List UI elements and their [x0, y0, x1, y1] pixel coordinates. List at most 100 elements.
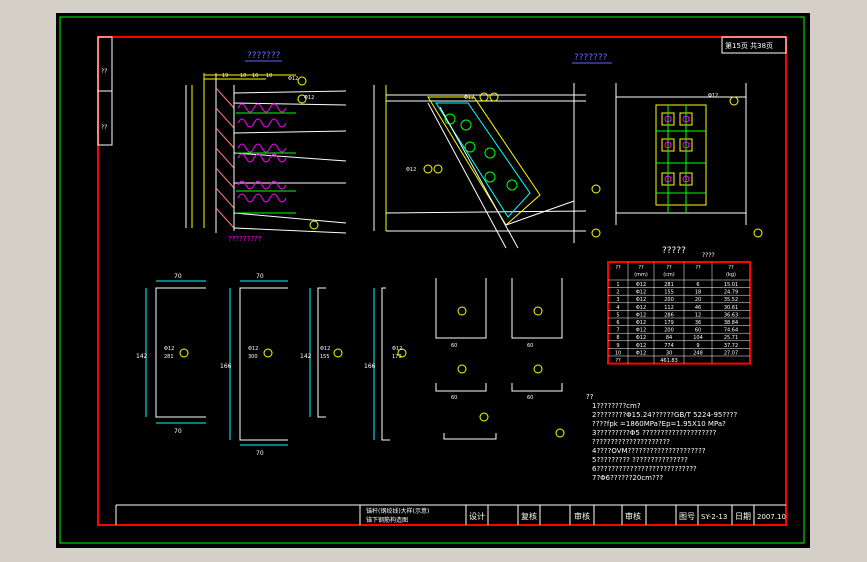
bar4-side: 166: [364, 363, 376, 370]
drawing-name-line1: 锚杆(钢绞线)大样(示意): [366, 507, 429, 515]
view-title-left: ???????: [247, 51, 281, 61]
svg-text:Φ12: Φ12: [288, 76, 298, 82]
fig-no-label: 图号: [679, 512, 695, 521]
table-title: ?????: [662, 246, 686, 256]
note-line: 1????????cm?: [592, 402, 641, 410]
bar3-mark: Φ12: [320, 346, 330, 352]
bar1-dim-bottom: 70: [174, 428, 182, 435]
bar-details: 70 70 70 70 142 166 142 166 Φ12 281 Φ12 …: [136, 273, 565, 457]
table-cell: 7: [616, 328, 619, 334]
table-cell: 27.07: [724, 350, 738, 356]
material-table: ?? ??(mm)??(cm)?? ??(kg)1 Φ12 281 6 15.012 Φ12 1…: [607, 261, 751, 365]
table-cell: 37.72: [724, 343, 738, 349]
fig-no: SY-2-13: [701, 513, 727, 521]
anchor-label: ?????????: [228, 235, 262, 243]
date: 2007.10: [757, 513, 786, 521]
table-cell: 25.71: [724, 335, 738, 341]
table-header-cell: ??: [615, 265, 621, 271]
table-cell: 38.84: [724, 320, 738, 326]
table-cell: 281: [664, 282, 674, 288]
side-label-2: ??: [101, 124, 107, 131]
table-cell: 104: [693, 335, 703, 341]
table-cell: 6: [616, 320, 619, 326]
table-cell: 200: [664, 297, 674, 303]
table-cell: 30.61: [724, 305, 738, 311]
bar3-len: 155: [320, 354, 330, 360]
table-header-cell: (mm): [634, 272, 648, 278]
table-cell: 248: [693, 350, 703, 356]
bar2-mark: Φ12: [248, 346, 258, 352]
table-cell: 4: [616, 305, 619, 311]
table-cell: 24.79: [724, 290, 738, 296]
bar1-side: 142: [136, 353, 148, 360]
date-label: 日期: [735, 512, 751, 521]
table-cell: 461.83: [660, 358, 678, 364]
left-elevation-view: 19 10 10 10 Φ12 Φ12 ?????????: [185, 73, 347, 243]
review-label: 复核: [521, 511, 537, 521]
approve-label: 审核: [625, 511, 641, 521]
table-cell: 20: [695, 297, 701, 303]
table-header-cell: ??: [728, 265, 734, 271]
note-line: ?????????????????????: [592, 438, 670, 446]
design-label: 设计: [469, 511, 485, 521]
table-cell: Φ12: [636, 290, 646, 296]
side-label-1: ??: [101, 68, 107, 75]
table-header-cell: (kg): [726, 272, 736, 278]
table-cell: 9: [696, 343, 699, 349]
table-cell: 112: [664, 305, 674, 311]
drawing-sheet: ?? ?? 第15页 共38页 ??????? ??????? 19 10 10…: [56, 13, 810, 548]
table-cell: Φ12: [636, 305, 646, 311]
note-line: ??: [586, 393, 594, 401]
table-cell: Φ12: [636, 335, 646, 341]
table-cell: 5: [616, 312, 619, 318]
table-cell: Φ12: [636, 312, 646, 318]
cad-drawing: ?? ?? 第15页 共38页 ??????? ??????? 19 10 10…: [59, 16, 805, 544]
svg-text:10: 10: [240, 73, 246, 79]
notes: ??1????????cm?2????????Φ15.24??????GB/T …: [586, 393, 737, 482]
note-line: 6???????????????????????????: [592, 465, 697, 473]
bar2-dim-bottom: 70: [256, 450, 264, 457]
table-cell: 30: [666, 350, 672, 356]
bar1-mark: Φ12: [164, 346, 174, 352]
svg-text:60: 60: [451, 395, 457, 401]
table-cell: Φ12: [636, 320, 646, 326]
table-header-cell: ??: [695, 265, 701, 271]
table-cell: 774: [664, 343, 674, 349]
note-line: 4????OVM?????????????????????: [592, 447, 706, 455]
svg-text:Φ12: Φ12: [708, 93, 718, 99]
table-cell: Φ12: [636, 343, 646, 349]
bar2-side: 166: [220, 363, 232, 370]
svg-text:60: 60: [527, 395, 533, 401]
table-cell: 46: [695, 305, 701, 311]
table-cell: 9: [616, 343, 619, 349]
table-cell: 179: [664, 320, 674, 326]
note-line: ????fpk =1860MPa?Ep=1.95X10 MPa?: [592, 420, 726, 428]
svg-text:Φ12: Φ12: [406, 167, 416, 173]
svg-text:60: 60: [527, 343, 533, 349]
table-cell: ??: [615, 358, 621, 364]
drawing-name-line2: 锚下钢筋构造图: [366, 516, 408, 524]
table-cell: Φ12: [636, 282, 646, 288]
table-cell: 36.63: [724, 312, 738, 318]
note-line: 7?Φ6??????20cm???: [592, 474, 663, 482]
bar1-dim-top: 70: [174, 273, 182, 280]
check-label: 审核: [574, 511, 590, 521]
svg-text:10: 10: [266, 73, 272, 79]
table-cell: 1: [616, 282, 619, 288]
bar1-len: 281: [164, 354, 174, 360]
table-header-cell: (cm): [663, 272, 675, 278]
svg-text:60: 60: [451, 343, 457, 349]
table-cell: 155: [664, 290, 674, 296]
svg-text:19: 19: [222, 73, 228, 79]
table-cell: 200: [664, 328, 674, 334]
table-header-cell: ??: [666, 265, 672, 271]
table-header-cell: ??: [638, 265, 644, 271]
note-line: 2????????Φ15.24??????GB/T 5224-95????: [592, 411, 737, 419]
table-cell: 35.52: [724, 297, 738, 303]
table-cell: 36: [695, 320, 701, 326]
view-title-right: ???????: [574, 53, 608, 63]
table-cell: 60: [695, 328, 701, 334]
bar3-side: 142: [300, 353, 312, 360]
table-cell: 8: [616, 335, 619, 341]
note-line: 3?????????Φ5 ????????????????????: [592, 429, 717, 437]
